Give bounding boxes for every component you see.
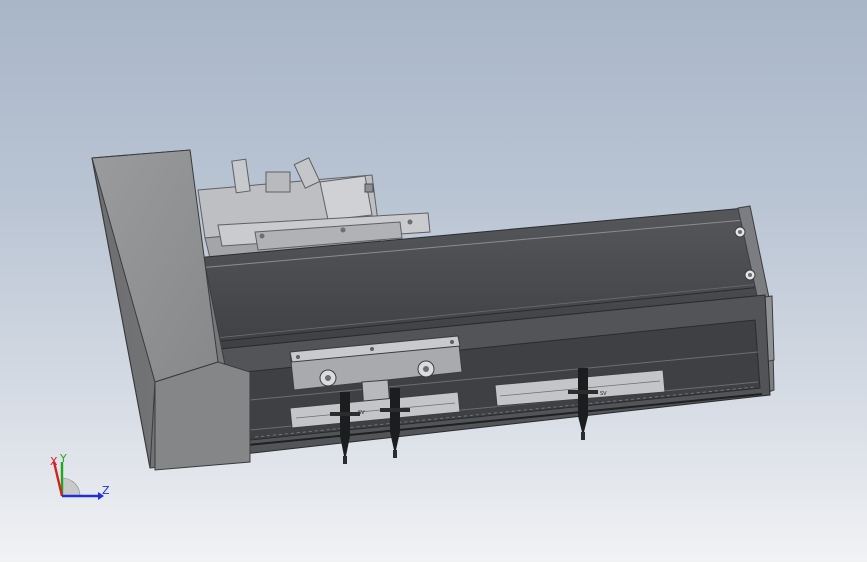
y-axis-label: Y: [60, 452, 67, 465]
x-axis-label: X: [50, 455, 58, 468]
sensor-bracket-label: SV: [600, 391, 607, 397]
z-axis-label: Z: [102, 484, 110, 497]
model-canvas[interactable]: SV SV: [0, 0, 867, 562]
cad-viewport[interactable]: SV SV X Y Z: [0, 0, 867, 562]
orientation-triad[interactable]: X Y Z: [40, 448, 120, 508]
